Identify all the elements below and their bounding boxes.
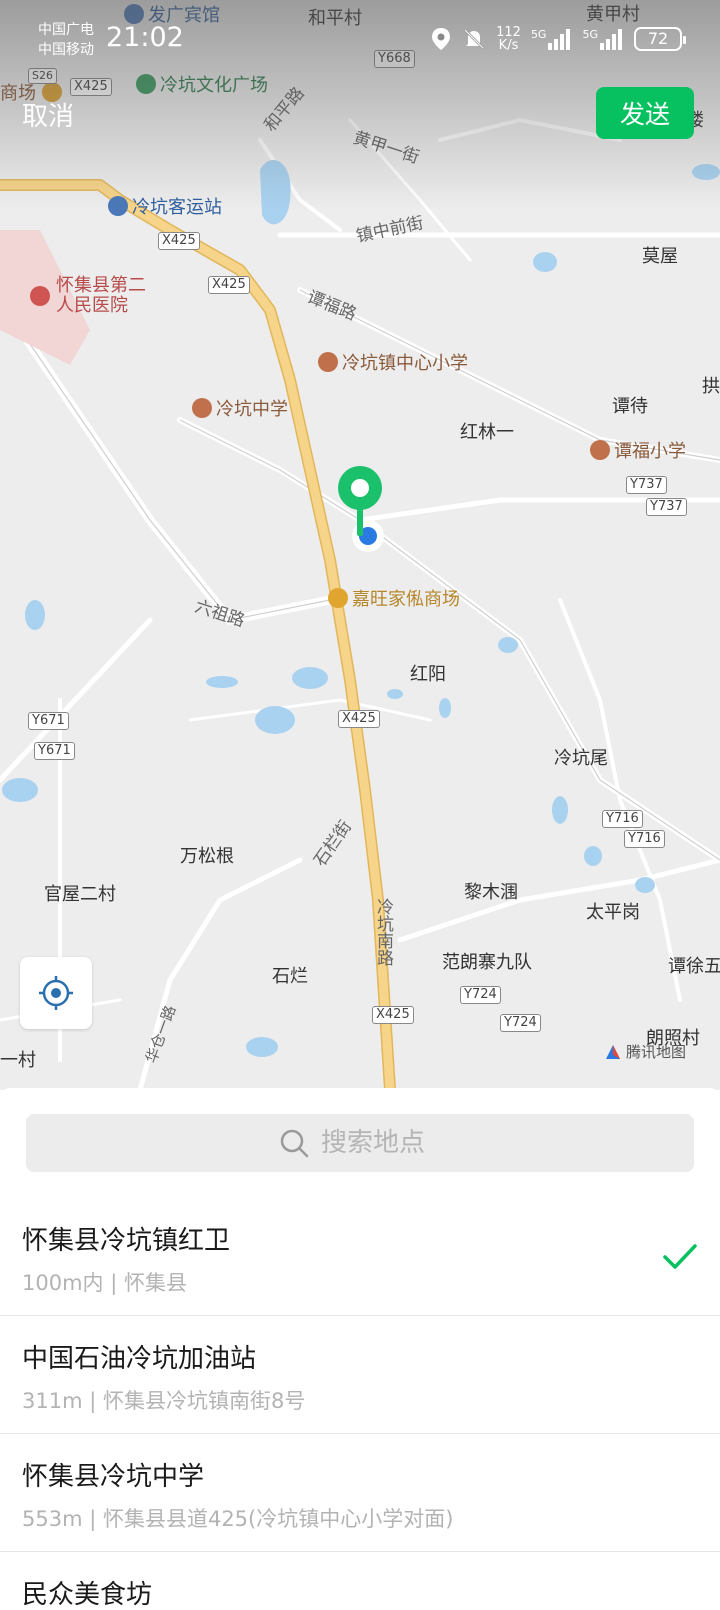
label-tan-xu-wu: 谭徐五 [668,956,720,977]
poi-label-line2: 人民医院 [56,295,128,316]
map-view[interactable]: 发广宾馆 和平村 黄甲村 商场 冷坑文化广场 楼 和平路 黄甲一街 冷坑客运站 … [0,0,720,1090]
poi-label: 冷坑文化广场 [160,75,268,96]
carrier-1: 中国广电 [38,22,94,38]
road-leng-keng-nan-lu: 冷坑南路 [373,898,393,966]
poi-label-line1: 怀集县第二 [56,275,146,296]
poi-label: 冷坑客运站 [132,197,222,218]
poi-jia-wang-furniture[interactable]: 嘉旺家俬商场 [328,588,460,609]
place-detail: 100m内 | 怀集县 [22,1271,187,1295]
label-mo-wu: 莫屋 [642,246,678,267]
label-fan-lang-zhai: 范朗寨九队 [442,952,532,973]
list-item[interactable]: 怀集县冷坑镇红卫 100m内 | 怀集县 [0,1198,720,1316]
search-bar[interactable] [26,1114,694,1172]
poi-bus-station[interactable]: 冷坑客运站 [108,196,222,217]
search-icon [280,1129,309,1158]
road-shield: Y737 [626,476,667,495]
poi-label: 谭福小学 [614,441,686,462]
selected-location-pin[interactable] [330,462,390,562]
road-shield: S26 [28,68,57,85]
label-hong-yang: 红阳 [410,664,446,685]
list-item[interactable]: 民众美食坊 [0,1552,720,1610]
nearby-places-list: 怀集县冷坑镇红卫 100m内 | 怀集县 中国石油冷坑加油站 311m | 怀集… [0,1198,720,1610]
provider-label: 腾讯地图 [626,1043,687,1061]
road-shield: Y724 [500,1014,541,1033]
tencent-map-icon [606,1044,620,1059]
signal-2-label: 5G [582,28,598,41]
road-shield: X425 [338,710,380,729]
map-pin-icon [338,466,384,552]
label-hong-lin-yi: 红林一 [460,422,514,443]
status-bar: 中国广电 中国移动 21:02 112 K/s 5G 5G 72 [0,0,720,70]
road-shield: X425 [208,276,250,295]
map-provider-logo: 腾讯地图 [604,1041,686,1062]
signal-bars-icon [548,29,571,50]
road-shield: Y671 [34,742,75,761]
poi-central-primary-school[interactable]: 冷坑镇中心小学 [318,352,468,373]
place-detail: 311m | 怀集县冷坑镇南街8号 [22,1389,306,1413]
carrier-info: 中国广电 中国移动 [38,20,94,60]
road-shield: Y737 [646,498,687,517]
road-shield: Y716 [602,810,643,829]
road-shield: Y716 [624,830,665,849]
poi-tan-fu-primary[interactable]: 谭福小学 [590,440,686,461]
poi-culture-square[interactable]: 冷坑文化广场 [136,74,268,95]
place-name: 中国石油冷坑加油站 [22,1344,257,1374]
label-tan-dai: 谭待 [612,396,648,417]
place-detail: 553m | 怀集县县道425(冷坑镇中心小学对面) [22,1507,454,1531]
label-wan-song-gen: 万松根 [180,846,234,867]
road-shield: X425 [158,232,200,251]
label-gong: 拱 [702,376,720,397]
road-shield: Y671 [28,712,69,731]
carrier-2: 中国移动 [38,42,94,58]
signal-2: 5G [582,28,624,50]
list-item[interactable]: 中国石油冷坑加油站 311m | 怀集县冷坑镇南街8号 [0,1316,720,1434]
signal-1: 5G [531,28,573,50]
location-picker-screen: 发广宾馆 和平村 黄甲村 商场 冷坑文化广场 楼 和平路 黄甲一街 冷坑客运站 … [0,0,720,1610]
cancel-button[interactable]: 取消 [22,96,74,133]
label-yi-cun: 一村 [0,1050,36,1071]
road-shield: X425 [372,1006,414,1025]
status-icons: 112 K/s 5G 5G 72 [430,26,686,52]
location-icon [432,28,451,50]
poi-hospital[interactable]: 怀集县第二 人民医院 [30,276,146,316]
net-speed: 112 K/s [496,26,521,52]
label-shi-lan: 石烂 [272,966,308,987]
mute-icon [464,29,484,49]
label-li-mu-wei: 黎木涠 [464,882,518,903]
crosshair-icon [39,976,73,1010]
signal-1-label: 5G [530,28,547,41]
label-tai-ping-gang: 太平岗 [586,902,640,923]
location-panel: 怀集县冷坑镇红卫 100m内 | 怀集县 中国石油冷坑加油站 311m | 怀集… [0,1088,720,1610]
poi-label: 冷坑中学 [216,399,288,420]
net-speed-unit: K/s [498,38,519,53]
list-item[interactable]: 怀集县冷坑中学 553m | 怀集县县道425(冷坑镇中心小学对面) [0,1434,720,1552]
signal-bars-icon [600,29,622,50]
send-button[interactable]: 发送 [596,87,694,139]
checkmark-icon [663,1244,697,1269]
place-name: 民众美食坊 [22,1580,153,1610]
poi-label: 冷坑镇中心小学 [342,353,468,374]
place-name: 怀集县冷坑中学 [22,1462,205,1492]
locate-me-button[interactable] [20,957,92,1029]
label-guan-wu-er-cun: 官屋二村 [44,884,116,905]
poi-label: 嘉旺家俬商场 [352,589,460,610]
label-leng-keng-wei: 冷坑尾 [554,748,608,769]
battery-icon: 72 [634,27,686,51]
road-shield: X425 [70,78,112,97]
search-input[interactable] [321,1128,441,1158]
road-shield: Y724 [460,986,501,1005]
poi-middle-school[interactable]: 冷坑中学 [192,398,288,419]
place-name: 怀集县冷坑镇红卫 [22,1226,231,1256]
status-time: 21:02 [106,22,184,53]
